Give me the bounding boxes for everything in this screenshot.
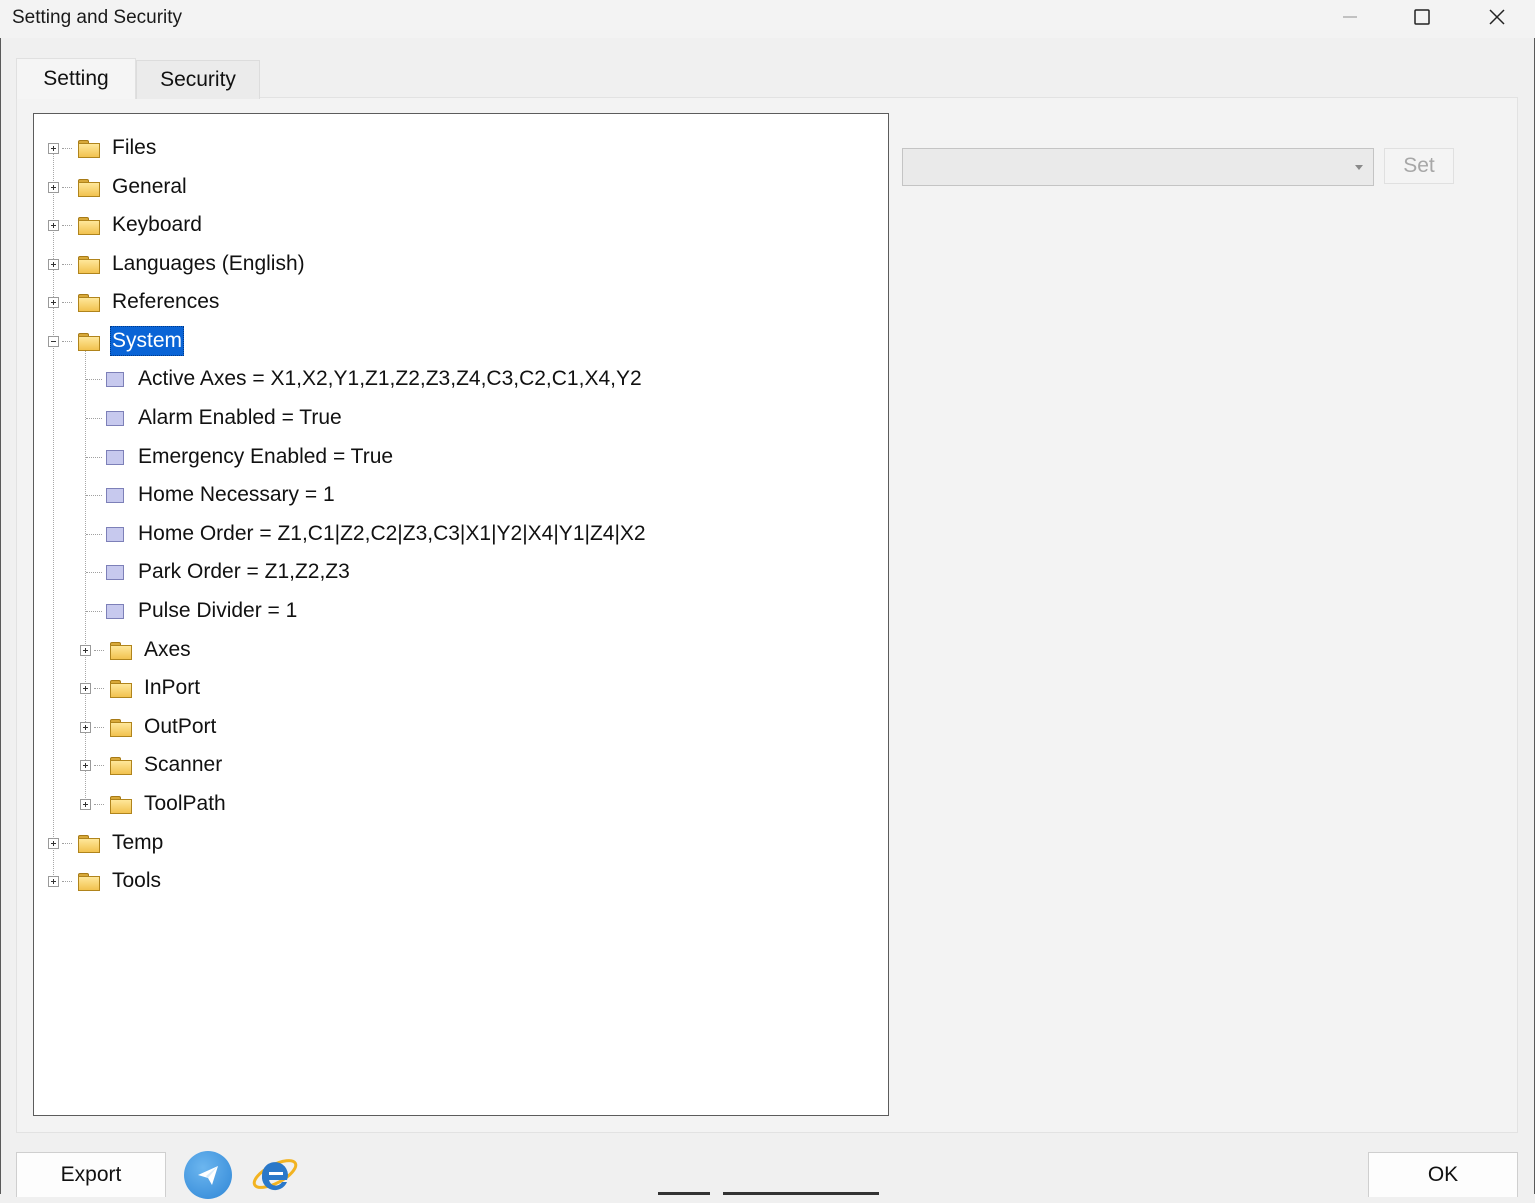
- setting-value-icon: [106, 603, 124, 619]
- setting-value-icon: [106, 564, 124, 580]
- setting-value-icon: [106, 526, 124, 542]
- expand-icon[interactable]: [80, 721, 91, 733]
- tree-node-outport[interactable]: OutPort: [80, 711, 218, 743]
- tree-node-label: OutPort: [144, 715, 217, 738]
- tree-leaf-active-axes[interactable]: Active Axes = X1,X2,Y1,Z1,Z2,Z3,Z4,C3,C2…: [86, 363, 644, 395]
- tree-node-toolpath[interactable]: ToolPath: [80, 788, 228, 820]
- folder-icon: [78, 178, 100, 197]
- tree-node-label: InPort: [144, 676, 201, 699]
- folder-icon: [110, 756, 132, 775]
- tree-leaf-label: Pulse Divider = 1: [138, 599, 298, 622]
- expand-icon[interactable]: [80, 798, 91, 810]
- tree-node-label: Scanner: [144, 753, 223, 776]
- tree-leaf-home-necessary[interactable]: Home Necessary = 1: [86, 479, 337, 511]
- close-button[interactable]: [1467, 0, 1527, 34]
- expand-icon[interactable]: [80, 759, 91, 771]
- tree-leaf-pulse-divider[interactable]: Pulse Divider = 1: [86, 595, 299, 627]
- tree-node-label: Temp: [112, 831, 164, 854]
- expand-icon[interactable]: [48, 837, 59, 849]
- tree-leaf-emergency-enabled[interactable]: Emergency Enabled = True: [86, 441, 395, 473]
- expand-icon[interactable]: [48, 219, 59, 231]
- tree-node-files[interactable]: Files: [48, 132, 158, 164]
- collapse-icon[interactable]: [48, 335, 59, 347]
- folder-icon: [110, 641, 132, 660]
- maximize-icon: [1414, 9, 1430, 25]
- folder-icon: [110, 795, 132, 814]
- folder-icon: [78, 139, 100, 158]
- tree-node-label: References: [112, 290, 220, 313]
- close-icon: [1489, 9, 1505, 25]
- tree-node-label: Tools: [112, 869, 162, 892]
- folder-icon: [110, 718, 132, 737]
- tree-leaf-label: Emergency Enabled = True: [138, 445, 394, 468]
- minimize-icon: [1343, 16, 1357, 18]
- folder-icon: [78, 255, 100, 274]
- tree-node-references[interactable]: References: [48, 286, 221, 318]
- tree-node-label: General: [112, 175, 187, 198]
- expand-icon[interactable]: [80, 644, 91, 656]
- export-button[interactable]: Export: [16, 1152, 166, 1197]
- folder-icon: [78, 834, 100, 853]
- expand-icon[interactable]: [80, 682, 91, 694]
- value-combobox[interactable]: [902, 148, 1374, 186]
- tree-node-label: ToolPath: [144, 792, 226, 815]
- tree-node-keyboard[interactable]: Keyboard: [48, 209, 204, 241]
- setting-value-icon: [106, 449, 124, 465]
- minimize-button[interactable]: [1320, 0, 1380, 34]
- settings-tree[interactable]: Files General Keyboard Languages (Englis…: [33, 113, 889, 1116]
- dropdown-arrow-icon[interactable]: [1355, 165, 1363, 170]
- tree-leaf-park-order[interactable]: Park Order = Z1,Z2,Z3: [86, 556, 352, 588]
- telegram-icon[interactable]: [184, 1151, 232, 1199]
- tree-node-label: Files: [112, 136, 157, 159]
- tree-node-system[interactable]: System: [48, 325, 185, 357]
- tree-node-languages[interactable]: Languages (English): [48, 248, 307, 280]
- tree-node-inport[interactable]: InPort: [80, 672, 202, 704]
- tab-security[interactable]: Security: [136, 60, 260, 99]
- tree-node-tools[interactable]: Tools: [48, 865, 163, 897]
- tree-node-scanner[interactable]: Scanner: [80, 749, 224, 781]
- setting-value-icon: [106, 371, 124, 387]
- title-bar: Setting and Security: [0, 0, 1535, 38]
- tree-leaf-label: Park Order = Z1,Z2,Z3: [138, 560, 350, 583]
- tree-node-label: Keyboard: [112, 213, 202, 236]
- setting-value-icon: [106, 410, 124, 426]
- window-title: Setting and Security: [12, 7, 183, 28]
- tree-leaf-label: Home Order = Z1,C1|Z2,C2|Z3,C3|X1|Y2|X4|…: [138, 522, 646, 545]
- internet-explorer-icon[interactable]: [250, 1148, 300, 1198]
- expand-icon[interactable]: [48, 181, 59, 193]
- expand-icon[interactable]: [48, 142, 59, 154]
- tree-leaf-label: Home Necessary = 1: [138, 483, 335, 506]
- folder-icon: [78, 872, 100, 891]
- set-button[interactable]: Set: [1384, 148, 1454, 184]
- maximize-button[interactable]: [1392, 0, 1452, 34]
- tree-leaf-label: Active Axes = X1,X2,Y1,Z1,Z2,Z3,Z4,C3,C2…: [138, 367, 642, 390]
- tree-leaf-home-order[interactable]: Home Order = Z1,C1|Z2,C2|Z3,C3|X1|Y2|X4|…: [86, 518, 648, 550]
- folder-icon: [78, 332, 100, 351]
- folder-icon: [78, 216, 100, 235]
- tree-node-label: Languages (English): [112, 252, 305, 275]
- tree-node-temp[interactable]: Temp: [48, 827, 165, 859]
- expand-icon[interactable]: [48, 296, 59, 308]
- tree-leaf-alarm-enabled[interactable]: Alarm Enabled = True: [86, 402, 344, 434]
- expand-icon[interactable]: [48, 258, 59, 270]
- tree-node-label: System: [110, 326, 185, 356]
- setting-value-icon: [106, 487, 124, 503]
- ok-button[interactable]: OK: [1368, 1152, 1518, 1197]
- tab-setting[interactable]: Setting: [16, 58, 136, 99]
- folder-icon: [110, 679, 132, 698]
- expand-icon[interactable]: [48, 875, 59, 887]
- tree-node-general[interactable]: General: [48, 171, 189, 203]
- tree-node-axes[interactable]: Axes: [80, 634, 193, 666]
- folder-icon: [78, 293, 100, 312]
- tree-node-label: Axes: [144, 638, 191, 661]
- tree-leaf-label: Alarm Enabled = True: [138, 406, 342, 429]
